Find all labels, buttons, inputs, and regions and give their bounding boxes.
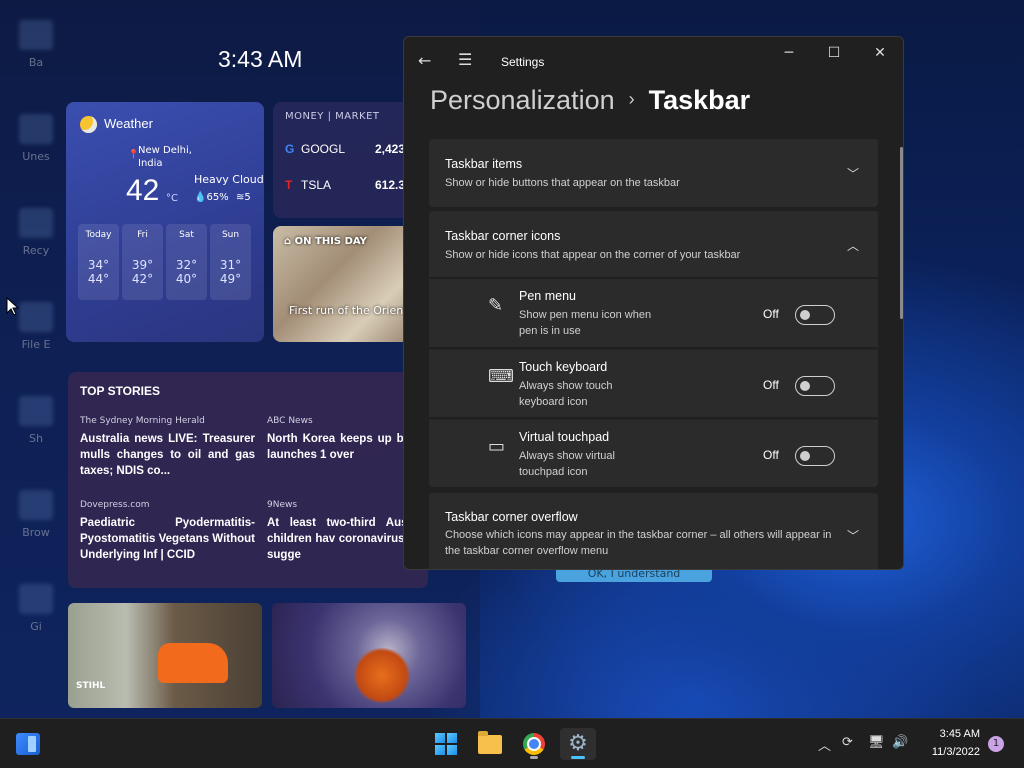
weather-humidity: 💧65%	[194, 192, 229, 203]
stihl-logo: STIHL	[76, 681, 106, 691]
chainsaw-image	[158, 643, 228, 683]
back-arrow-icon[interactable]: ←	[418, 51, 431, 70]
google-icon: G	[285, 142, 295, 156]
weather-condition: Heavy Cloud	[194, 173, 264, 186]
forecast-day: Sat 32° 40°	[166, 224, 207, 300]
taskbar: ⚙ ︿ ⟳ 🖥 🔊 3:45 AM 11/3/2022 1	[0, 718, 1024, 768]
widgets-icon[interactable]	[16, 733, 40, 755]
settings-app-button[interactable]: ⚙	[560, 728, 596, 760]
folder-icon	[478, 730, 502, 754]
news-image-chainsaw[interactable]: STIHL	[68, 603, 262, 708]
sync-icon[interactable]: ⟳	[842, 735, 853, 750]
breadcrumb: Personalization › Taskbar	[430, 85, 750, 116]
app-title: Settings	[501, 55, 545, 69]
virtual-touchpad-row: ▭ Virtual touchpad Always show virtual t…	[429, 419, 878, 487]
story-item[interactable]: The Sydney Morning Herald Australia news…	[80, 416, 255, 479]
weather-location: New Delhi, India	[138, 145, 192, 169]
chrome-button[interactable]	[516, 728, 552, 760]
network-icon[interactable]: 🖥	[868, 735, 885, 750]
money-widget[interactable]: MONEY | MARKET G GOOGL 2,423.11 T TSLA 6…	[273, 102, 423, 218]
maximize-icon[interactable]: ☐	[819, 45, 849, 61]
ok-understand-button[interactable]: OK, I understand	[556, 568, 712, 582]
touch-keyboard-toggle[interactable]	[795, 376, 835, 396]
money-header: MONEY | MARKET	[285, 111, 380, 122]
windows-logo-icon	[435, 733, 457, 755]
page-title: Taskbar	[648, 85, 751, 115]
on-this-day-text: First run of the Orient	[289, 304, 408, 317]
forecast-day: Fri 39° 42°	[122, 224, 163, 300]
active-indicator	[571, 756, 585, 759]
weather-unit: °C	[166, 193, 178, 204]
pen-icon: ✎	[488, 295, 504, 316]
weather-widget[interactable]: Weather 📍 New Delhi, India 42 °C Heavy C…	[66, 102, 264, 342]
pen-menu-row: ✎ Pen menu Show pen menu icon when pen i…	[429, 279, 878, 347]
breadcrumb-separator: ›	[628, 89, 635, 109]
widgets-clock: 3:43 AM	[218, 46, 303, 72]
news-image-cell[interactable]	[272, 603, 466, 708]
weather-forecast: Today 34° 44° Fri 39° 42° Sat 32° 40° Sun 31° 49…	[78, 224, 251, 300]
settings-window: ← ☰ Settings ─ ☐ ✕ Personalization › Taskb…	[403, 36, 904, 570]
scrollbar[interactable]	[900, 147, 903, 319]
on-this-day-header: ⌂ ON THIS DAY	[284, 236, 367, 247]
toggle-state: Off	[763, 307, 779, 321]
file-explorer-button[interactable]	[472, 728, 508, 760]
gear-icon: ⚙	[568, 731, 588, 756]
hamburger-menu-icon[interactable]: ☰	[458, 50, 472, 69]
chevron-down-icon: ﹀	[847, 529, 860, 543]
toggle-state: Off	[763, 448, 779, 462]
close-icon[interactable]: ✕	[865, 45, 895, 61]
notification-badge[interactable]: 1	[988, 736, 1004, 752]
on-this-day-widget[interactable]: ⌂ ON THIS DAY First run of the Orient	[273, 226, 423, 342]
toggle-knob	[800, 310, 810, 320]
minimize-icon[interactable]: ─	[774, 45, 804, 61]
taskbar-corner-icons-card[interactable]: Taskbar corner icons Show or hide icons …	[429, 211, 878, 277]
title-bar: ← ☰ Settings ─ ☐ ✕	[404, 37, 903, 87]
chevron-down-icon: ﹀	[847, 167, 860, 181]
volume-icon[interactable]: 🔊	[892, 735, 908, 750]
droplet-icon: 💧	[194, 192, 207, 203]
running-indicator	[530, 756, 538, 759]
breadcrumb-parent[interactable]: Personalization	[430, 85, 615, 115]
weather-temp: 42	[126, 174, 160, 207]
weather-wind: ≋5	[236, 192, 251, 203]
pen-menu-toggle[interactable]	[795, 305, 835, 325]
weather-icon	[80, 116, 97, 133]
tesla-icon: T	[285, 178, 293, 192]
virtual-touchpad-toggle[interactable]	[795, 446, 835, 466]
top-stories-header: TOP STORIES	[80, 384, 161, 398]
taskbar-items-card[interactable]: Taskbar items Show or hide buttons that …	[429, 139, 878, 207]
taskbar-corner-overflow-card[interactable]: Taskbar corner overflow Choose which ico…	[429, 493, 878, 569]
weather-title: Weather	[104, 116, 153, 131]
cell-image	[352, 648, 412, 703]
mouse-cursor-icon	[6, 297, 20, 316]
forecast-day: Today 34° 44°	[78, 224, 119, 300]
taskbar-time[interactable]: 3:45 AM	[924, 728, 980, 740]
touchpad-icon: ▭	[488, 436, 506, 457]
museum-icon: ⌂	[284, 236, 295, 247]
chevron-up-icon: ︿	[847, 239, 860, 253]
chrome-icon	[523, 733, 545, 755]
story-item[interactable]: Dovepress.com Paediatric Pyodermatitis-P…	[80, 500, 255, 563]
toggle-state: Off	[763, 378, 779, 392]
keyboard-icon: ⌨	[488, 366, 514, 387]
touch-keyboard-row: ⌨ Touch keyboard Always show touch keybo…	[429, 349, 878, 417]
toggle-knob	[800, 451, 810, 461]
taskbar-date[interactable]: 11/3/2022	[918, 746, 980, 758]
forecast-day: Sun 31° 49°	[210, 224, 251, 300]
start-button[interactable]	[428, 728, 464, 760]
toggle-knob	[800, 381, 810, 391]
top-stories-widget: TOP STORIES The Sydney Morning Herald Au…	[68, 372, 428, 588]
chevron-up-icon[interactable]: ︿	[818, 735, 831, 754]
